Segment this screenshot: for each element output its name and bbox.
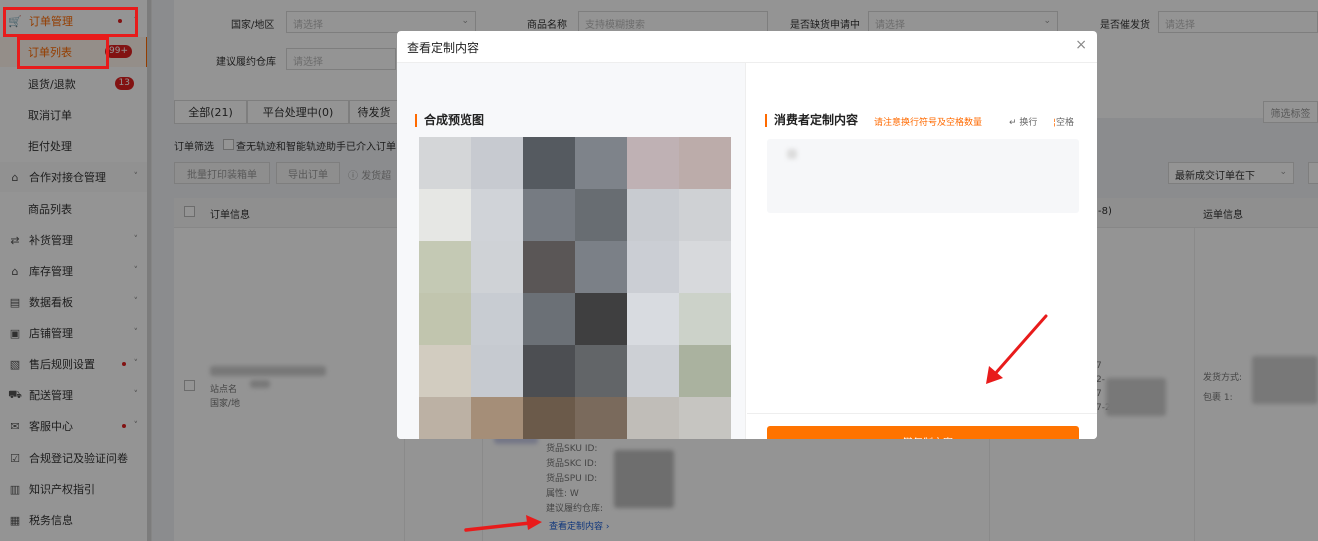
legend-label: 空格 [1056,118,1075,128]
return-icon: ↵ [1009,118,1020,128]
preview-title: 合成预览图 [415,114,484,127]
legend-label: 换行 [1019,118,1038,128]
preview-image [419,137,731,439]
newline-legend: ↵ 换行 [1009,115,1037,128]
modal-header: 查看定制内容 × [397,31,1097,63]
copy-text-button[interactable]: 一键复制文案 [767,426,1079,439]
custom-content-panel: 消费者定制内容 请注意换行符号及空格数量 ↵ 换行 ¦空格 一键复制文案 [747,63,1097,439]
footer-divider [747,413,1097,414]
annotation-box [17,37,109,69]
space-legend: ¦空格 [1053,115,1074,128]
close-icon[interactable]: × [1075,37,1087,53]
preview-panel: 合成预览图 [397,63,746,439]
custom-content-modal: 查看定制内容 × 合成预览图 消费者定制内容 请注意换行符号及空格数量 ↵ 换行… [397,31,1097,439]
annotation-box [3,7,138,37]
newline-hint: 请注意换行符号及空格数量 [874,118,983,128]
blurred-custom-text [787,149,797,159]
custom-content-box [767,139,1079,213]
modal-title: 查看定制内容 [407,41,480,55]
custom-content-title: 消费者定制内容 [765,114,858,127]
